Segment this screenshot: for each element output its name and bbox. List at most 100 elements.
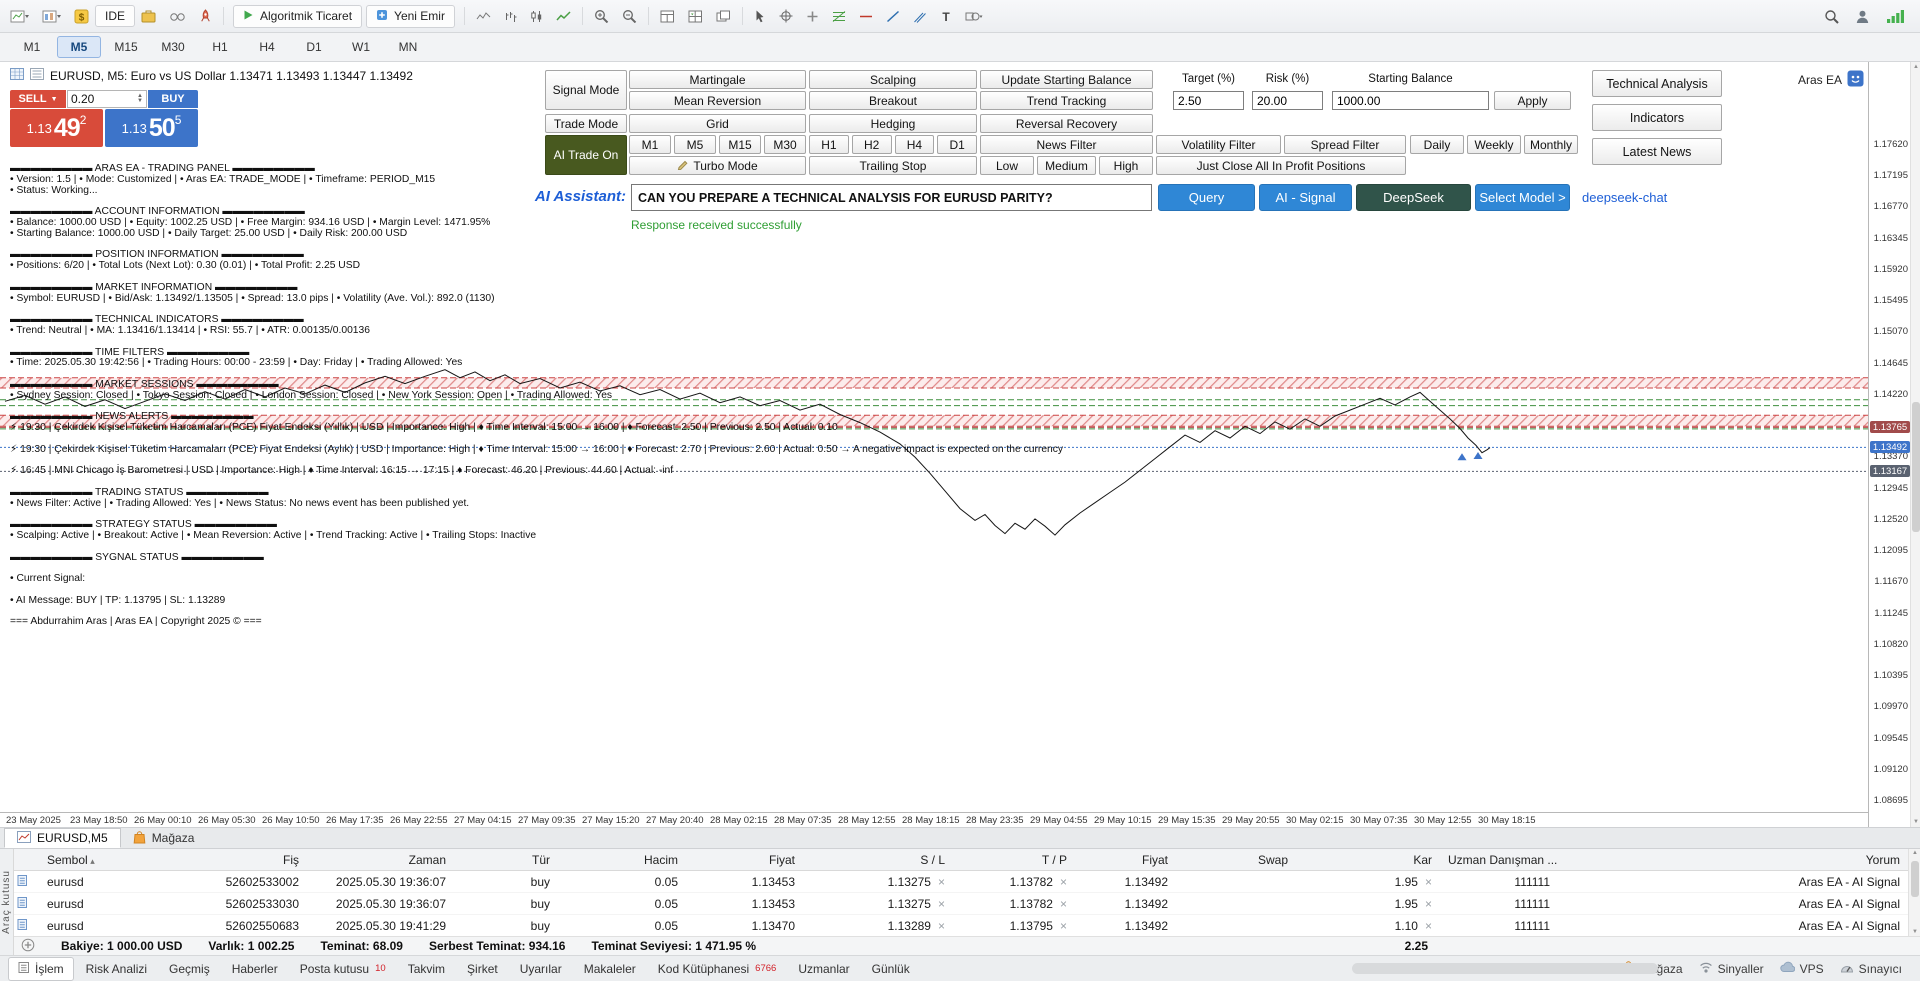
fibonacci-icon[interactable] [830, 8, 848, 25]
position-row[interactable]: eurusd 52602533030 2025.05.30 19:36:07 buy 0… [13, 892, 1908, 915]
timeframe-mn[interactable]: MN [386, 36, 430, 58]
shapes-icon[interactable] [963, 8, 985, 25]
close-x-button[interactable]: × [1060, 897, 1067, 911]
user-icon[interactable] [1853, 7, 1872, 26]
close-all-profit-button[interactable]: Just Close All In Profit Positions [1156, 156, 1406, 175]
reversal-recovery-button[interactable]: Reversal Recovery [980, 114, 1153, 133]
cursor-icon[interactable] [752, 7, 768, 25]
buy-price-button[interactable]: 1.13 50 5 [105, 109, 198, 147]
add-object-icon[interactable] [804, 8, 821, 25]
statusbar-item-2[interactable]: VPS [1780, 961, 1824, 977]
close-x-button[interactable]: × [1425, 875, 1432, 889]
latest-news-button[interactable]: Latest News [1592, 138, 1722, 165]
hedging-button[interactable]: Hedging [809, 114, 977, 133]
panel-tf-d1[interactable]: D1 [937, 135, 977, 154]
close-x-button[interactable]: × [938, 919, 945, 933]
tick-chart-icon[interactable] [474, 8, 493, 25]
bottom-tab-1[interactable]: Risk Analizi [76, 958, 157, 980]
ai-trade-on-button[interactable]: AI Trade On [545, 135, 627, 175]
timeframe-d1[interactable]: D1 [292, 36, 336, 58]
bottom-tab-11[interactable]: Günlük [862, 958, 920, 980]
bottom-tab-2[interactable]: Geçmiş [159, 958, 220, 980]
timeframe-h4[interactable]: H4 [245, 36, 289, 58]
column-header[interactable]: S / L [803, 849, 953, 871]
trend-tracking-button[interactable]: Trend Tracking [980, 91, 1153, 110]
bottom-tab-6[interactable]: Şirket [457, 958, 508, 980]
panel-tf-m5[interactable]: M5 [674, 135, 716, 154]
bottom-tab-7[interactable]: Uyarılar [510, 958, 572, 980]
column-header[interactable]: Fiyat [1075, 849, 1176, 871]
scalping-button[interactable]: Scalping [809, 70, 977, 89]
plus-circle-icon[interactable] [21, 938, 35, 955]
price-axis[interactable]: 1.17620 1.17195 1.16770 1.16345 1.15920 1.154… [1868, 62, 1911, 827]
panel-tf-m1[interactable]: M1 [629, 135, 671, 154]
bottom-tab-0[interactable]: İşlem [8, 956, 74, 981]
target-input[interactable] [1173, 91, 1244, 110]
cascade-icon[interactable] [714, 8, 733, 25]
risk-medium-button[interactable]: Medium [1037, 156, 1096, 175]
column-header[interactable]: Tür [454, 849, 558, 871]
toolbox-vertical-tab[interactable]: Araç kutusu [0, 849, 14, 955]
tab-market[interactable]: Mağaza [121, 828, 207, 848]
spread-filter-button[interactable]: Spread Filter [1284, 135, 1406, 154]
timeframe-m15[interactable]: M15 [104, 36, 148, 58]
martingale-button[interactable]: Martingale [629, 70, 806, 89]
bottom-tab-4[interactable]: Posta kutusu 10 [290, 958, 396, 980]
column-header[interactable]: Kar [1296, 849, 1440, 871]
trailing-stop-button[interactable]: Trailing Stop [809, 156, 977, 175]
zoom-in-icon[interactable] [592, 7, 611, 25]
starting-balance-input[interactable] [1332, 91, 1489, 110]
column-header[interactable]: Fiyat [686, 849, 803, 871]
sell-button[interactable]: SELL ▼ [10, 90, 66, 108]
timeframe-m5[interactable]: M5 [57, 36, 101, 58]
search-icon[interactable] [1822, 7, 1841, 26]
statusbar-item-3[interactable]: Sınayıcı [1840, 961, 1902, 977]
scroll-up-icon[interactable]: ▲ [1909, 850, 1920, 856]
sell-price-button[interactable]: 1.13 49 2 [10, 109, 103, 147]
daily-button[interactable]: Daily [1410, 135, 1464, 154]
indicators-button[interactable]: Indicators [1592, 104, 1722, 131]
ai-assistant-input[interactable] [631, 184, 1152, 211]
bar-chart-icon[interactable] [502, 8, 519, 25]
depth-icon[interactable] [658, 8, 677, 25]
panel-tf-h1[interactable]: H1 [809, 135, 849, 154]
chart-scrollbar-thumb[interactable] [1912, 402, 1920, 532]
close-x-button[interactable]: × [1425, 919, 1432, 933]
monthly-button[interactable]: Monthly [1524, 135, 1578, 154]
line-chart-icon[interactable] [554, 8, 573, 25]
channel-icon[interactable] [911, 8, 929, 25]
list-icon[interactable] [30, 68, 44, 83]
volatility-filter-button[interactable]: Volatility Filter [1156, 135, 1281, 154]
timeframe-m30[interactable]: M30 [151, 36, 195, 58]
connection-icon[interactable] [1884, 7, 1908, 25]
column-header[interactable]: Zaman [307, 849, 454, 871]
grid-icon[interactable] [10, 68, 24, 83]
view-icon[interactable] [167, 8, 188, 25]
ea-logo-icon[interactable] [1847, 70, 1864, 90]
apply-button[interactable]: Apply [1494, 91, 1571, 110]
crosshair-icon[interactable] [777, 7, 795, 25]
turbo-mode-button[interactable]: Turbo Mode [629, 156, 806, 175]
tab-eurusd-m5[interactable]: EURUSD,M5 [4, 828, 121, 848]
news-filter-button[interactable]: News Filter [980, 135, 1153, 154]
column-header[interactable]: Sembol ▴ [39, 849, 173, 871]
technical-analysis-button[interactable]: Technical Analysis [1592, 70, 1722, 97]
grid-button[interactable]: Grid [629, 114, 806, 133]
risk-high-button[interactable]: High [1099, 156, 1153, 175]
panel-tf-m30[interactable]: M30 [764, 135, 806, 154]
panel-tf-h4[interactable]: H4 [894, 135, 935, 154]
hline-icon[interactable] [857, 8, 875, 25]
column-header[interactable]: Fiş [173, 849, 307, 871]
new-order-button[interactable]: Yeni Emir [366, 4, 455, 28]
close-x-button[interactable]: × [1425, 897, 1432, 911]
breakout-button[interactable]: Breakout [809, 91, 977, 110]
timeframe-m1[interactable]: M1 [10, 36, 54, 58]
algo-trading-button[interactable]: Algoritmik Ticaret [233, 4, 363, 28]
weekly-button[interactable]: Weekly [1467, 135, 1521, 154]
text-icon[interactable]: T [938, 8, 954, 25]
deepseek-button[interactable]: DeepSeek [1356, 184, 1471, 211]
column-header[interactable]: T / P [953, 849, 1075, 871]
zoom-out-icon[interactable] [620, 7, 639, 25]
new-chart-icon[interactable] [8, 7, 31, 26]
timeframe-h1[interactable]: H1 [198, 36, 242, 58]
